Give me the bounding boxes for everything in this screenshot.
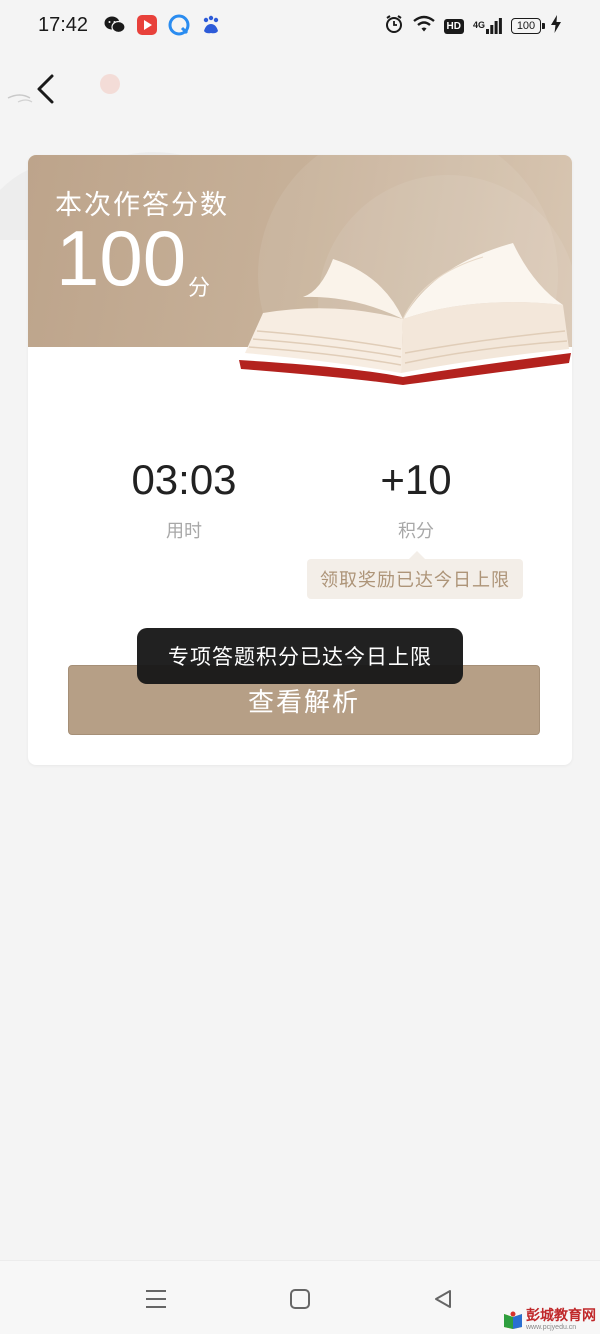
battery-icon: 100	[511, 18, 545, 34]
score-value: 100	[56, 214, 187, 302]
points-label: 积分	[398, 521, 434, 542]
charging-icon	[550, 15, 562, 37]
site-watermark: 彭城教育网 www.pcjyedu.cn	[503, 1308, 596, 1332]
network-type-label: 4G	[472, 20, 485, 30]
watermark-logo-icon	[504, 1311, 522, 1329]
open-book-illustration	[239, 243, 571, 385]
notification-icons	[104, 14, 222, 36]
score-unit: 分	[188, 276, 211, 301]
time-label: 用时	[166, 521, 202, 542]
points-value: +10	[380, 456, 452, 503]
watermark-title: 彭城教育网	[526, 1308, 596, 1324]
status-bar: 17:42 HD 4G 100	[0, 0, 600, 52]
browser-app-icon	[168, 14, 190, 36]
wechat-icon	[104, 14, 126, 36]
system-status-icons: HD 4G 100	[384, 14, 562, 38]
points-stat: +10 积分	[316, 455, 516, 543]
baidu-icon	[200, 14, 222, 36]
nav-back-button[interactable]	[425, 1281, 461, 1317]
system-nav-bar: 彭城教育网 www.pcjyedu.cn	[0, 1260, 600, 1334]
reward-limit-tip: 领取奖励已达今日上限	[307, 551, 523, 599]
chevron-left-icon	[37, 74, 54, 104]
status-time: 17:42	[38, 14, 89, 36]
toast-message: 专项答题积分已达今日上限	[137, 628, 463, 684]
wifi-icon	[412, 15, 435, 37]
time-value: 03:03	[131, 456, 237, 503]
home-button[interactable]	[282, 1281, 318, 1317]
battery-level: 100	[516, 20, 536, 32]
alarm-icon	[384, 14, 404, 38]
video-app-icon	[136, 14, 158, 36]
watermark-url: www.pcjyedu.cn	[526, 1324, 577, 1331]
hd-badge: HD	[443, 18, 464, 34]
menu-button[interactable]	[138, 1281, 174, 1317]
time-stat: 03:03 用时	[84, 455, 284, 543]
menu-icon	[146, 1290, 166, 1308]
home-icon	[290, 1289, 310, 1309]
signal-4g-icon: 4G	[473, 18, 502, 34]
back-icon	[435, 1290, 451, 1308]
back-button[interactable]	[28, 70, 68, 110]
